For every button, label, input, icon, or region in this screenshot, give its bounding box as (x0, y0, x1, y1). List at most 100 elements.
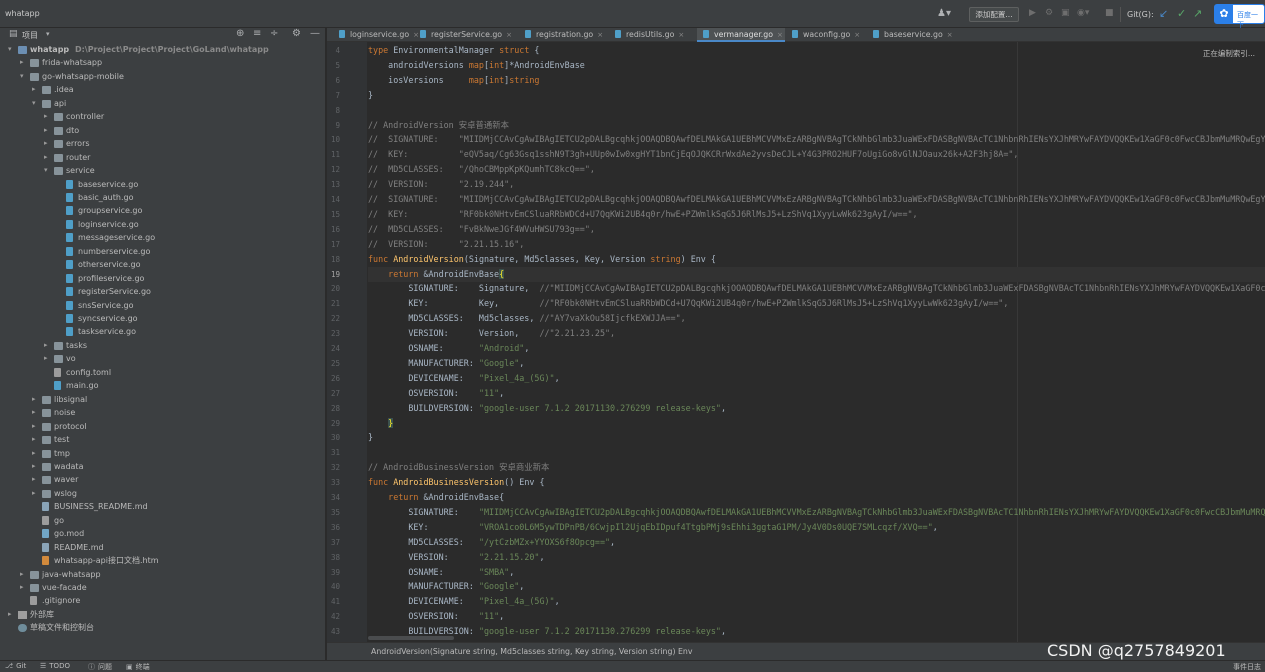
code-line[interactable]: // SIGNATURE: "MIIDMjCCAvCgAwIBAgIETCU2p… (368, 132, 1265, 147)
tree-item[interactable]: basic_auth.go (0, 191, 326, 204)
code-line[interactable]: type EnvironmentalManager struct { (368, 43, 539, 58)
baidu-search-button[interactable]: ✿ 百度一下 (1214, 4, 1265, 29)
code-line[interactable]: VERSION: "2.21.15.20", (368, 550, 544, 565)
code-line[interactable]: // SIGNATURE: "MIIDMjCCAvCgAwIBAgIETCU2p… (368, 192, 1265, 207)
tree-item[interactable]: baseservice.go (0, 178, 326, 191)
chevron-down-icon[interactable]: ▾ (20, 70, 24, 83)
code-line[interactable]: // VERSION: "2.19.244", (368, 177, 514, 192)
tree-item[interactable]: ▸ frida-whatsapp (0, 56, 326, 69)
close-icon[interactable]: × (506, 31, 512, 39)
code-line[interactable]: return &AndroidEnvBase{ (368, 490, 504, 505)
chevron-right-icon[interactable]: ▸ (20, 581, 24, 594)
code-line[interactable]: MANUFACTURER: "Google", (368, 356, 524, 371)
chevron-right-icon[interactable]: ▸ (32, 460, 36, 473)
chevron-right-icon[interactable]: ▸ (44, 137, 48, 150)
globe-icon[interactable]: ⊕ (236, 28, 244, 39)
bottom-tool-button[interactable]: ⎇ Git (5, 662, 26, 670)
editor-tab[interactable]: registerService.go × (414, 28, 518, 42)
tree-item[interactable]: taskservice.go (0, 325, 326, 338)
tree-item[interactable]: ▸ tmp (0, 447, 326, 460)
close-icon[interactable]: × (947, 31, 953, 39)
code-line[interactable]: VERSION: Version, //"2.21.23.25", (368, 326, 615, 341)
tree-item[interactable]: syncservice.go (0, 312, 326, 325)
tree-item[interactable]: ▾ service (0, 164, 326, 177)
code-line[interactable]: // MD5CLASSES: "/QhoCBMppKpKQumhTC8kcQ==… (368, 162, 595, 177)
chevron-right-icon[interactable]: ▸ (32, 393, 36, 406)
code-line[interactable]: MD5CLASSES: Md5classes, //"AY7vaXkOu58Ij… (368, 311, 685, 326)
tree-item[interactable]: ▾ go-whatsapp-mobile (0, 70, 326, 83)
code-line[interactable]: // AndroidBusinessVersion 安卓商业新本 (368, 460, 549, 475)
chevron-right-icon[interactable]: ▸ (32, 406, 36, 419)
code-line[interactable]: // KEY: "RF0bk0NHtvEmCSluaRRbWDCd+U7QqKW… (368, 207, 918, 222)
add-configuration-button[interactable]: 添加配置... (969, 7, 1019, 22)
collapse-all-icon[interactable]: ≡ (253, 28, 261, 39)
chevron-right-icon[interactable]: ▸ (8, 608, 12, 621)
tree-item[interactable]: ▸ wadata (0, 460, 326, 473)
close-icon[interactable]: × (597, 31, 603, 39)
tree-item[interactable]: numberservice.go (0, 245, 326, 258)
tree-item[interactable]: loginservice.go (0, 218, 326, 231)
chevron-right-icon[interactable]: ▸ (32, 447, 36, 460)
tree-item[interactable]: ▸ wslog (0, 487, 326, 500)
git-push-icon[interactable]: ↗ (1193, 7, 1202, 20)
chevron-right-icon[interactable]: ▸ (44, 110, 48, 123)
code-line[interactable]: SIGNATURE: Signature, //"MIIDMjCCAvCgAwI… (368, 281, 1265, 296)
code-line[interactable]: androidVersions map[int]*AndroidEnvBase (368, 58, 585, 73)
tree-item[interactable]: snsService.go (0, 299, 326, 312)
chevron-down-icon[interactable]: ▾ (46, 30, 50, 38)
tree-item[interactable]: .gitignore (0, 594, 326, 607)
chevron-right-icon[interactable]: ▸ (20, 568, 24, 581)
bottom-tool-button[interactable]: ▣ 终端 (126, 662, 150, 672)
chevron-right-icon[interactable]: ▸ (44, 352, 48, 365)
code-line[interactable]: } (368, 416, 394, 431)
project-panel-title[interactable]: 项目 (22, 30, 38, 41)
run-icon[interactable]: ▶ (1029, 8, 1036, 18)
bottom-tool-button[interactable]: ☰ TODO (40, 662, 70, 670)
tree-item[interactable]: config.toml (0, 366, 326, 379)
chevron-right-icon[interactable]: ▸ (32, 487, 36, 500)
chevron-right-icon[interactable]: ▸ (32, 83, 36, 96)
code-line[interactable]: // VERSION: "2.21.15.16", (368, 237, 524, 252)
code-line[interactable]: } (368, 430, 373, 445)
close-icon[interactable]: × (854, 31, 860, 39)
expand-icon[interactable]: ÷ (270, 28, 278, 39)
tree-item[interactable]: ▸ noise (0, 406, 326, 419)
code-line[interactable]: BUILDVERSION: "google-user 7.1.2 2017113… (368, 401, 726, 416)
tree-item[interactable]: ▸ protocol (0, 420, 326, 433)
code-line[interactable]: // MD5CLASSES: "FvBkNweJGf4WVuHWSU793g==… (368, 222, 595, 237)
tree-item[interactable]: ▾ api (0, 97, 326, 110)
code-line[interactable]: KEY: Key, //"RF0bk0NHtvEmCSluaRRbWDCd+U7… (368, 296, 1008, 311)
code-line[interactable]: OSVERSION: "11", (368, 609, 504, 624)
tree-item[interactable]: go.mod (0, 527, 326, 540)
minimize-icon[interactable]: — (310, 28, 320, 39)
tree-item[interactable]: registerService.go (0, 285, 326, 298)
horizontal-scrollbar[interactable] (368, 636, 454, 640)
tree-item[interactable]: ▸ router (0, 151, 326, 164)
git-commit-icon[interactable]: ✓ (1177, 7, 1186, 20)
tree-item[interactable]: messageservice.go (0, 231, 326, 244)
tree-item[interactable]: ▸ vo (0, 352, 326, 365)
editor-tab[interactable]: registration.go × (519, 28, 608, 42)
chevron-down-icon[interactable]: ▾ (8, 43, 12, 56)
tree-item[interactable]: whatsapp-api接口文档.htm (0, 554, 326, 567)
chevron-right-icon[interactable]: ▸ (32, 420, 36, 433)
chevron-right-icon[interactable]: ▸ (32, 473, 36, 486)
breadcrumb-function-signature[interactable]: AndroidVersion(Signature string, Md5clas… (371, 647, 692, 656)
tree-item[interactable]: README.md (0, 541, 326, 554)
tree-item[interactable]: BUSINESS_README.md (0, 500, 326, 513)
tree-item[interactable]: ▸ .idea (0, 83, 326, 96)
profile-icon[interactable]: ◉▾ (1077, 8, 1089, 18)
chevron-down-icon[interactable]: ▾ (44, 164, 48, 177)
debug-icon[interactable]: ⚙ (1045, 8, 1053, 18)
close-icon[interactable]: × (678, 31, 684, 39)
code-line[interactable]: SIGNATURE: "MIIDMjCCAvCgAwIBAgIETCU2pDAL… (368, 505, 1265, 520)
chevron-right-icon[interactable]: ▸ (44, 124, 48, 137)
bottom-tool-button[interactable]: ⓘ 问题 (88, 662, 112, 672)
git-update-icon[interactable]: ↙ (1159, 7, 1168, 20)
tree-item[interactable]: groupservice.go (0, 204, 326, 217)
code-line[interactable]: OSNAME: "SMBA", (368, 565, 514, 580)
gear-icon[interactable]: ⚙ (292, 28, 301, 39)
code-line[interactable]: func AndroidBusinessVersion() Env { (368, 475, 545, 490)
chevron-right-icon[interactable]: ▸ (44, 339, 48, 352)
code-line[interactable]: DEVICENAME: "Pixel_4a_(5G)", (368, 594, 559, 609)
